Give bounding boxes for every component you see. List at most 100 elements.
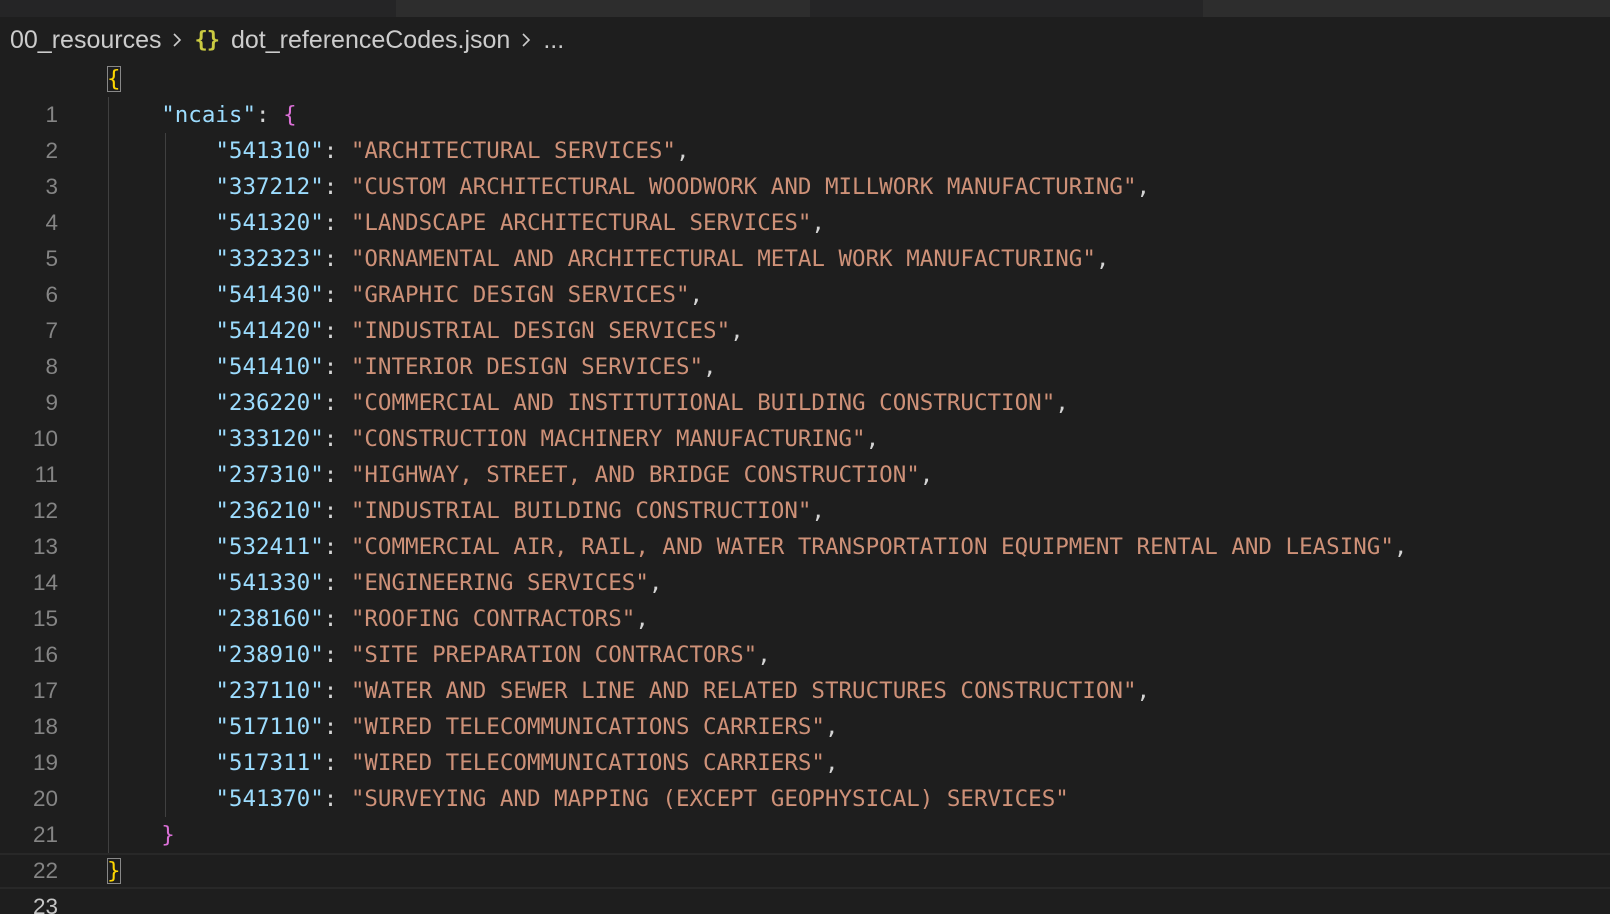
json-key: "238160" bbox=[215, 606, 324, 632]
code-line: 7 "541430": "GRAPHIC DESIGN SERVICES", bbox=[0, 277, 1610, 343]
json-key: "517311" bbox=[215, 750, 324, 776]
bracket-close: } bbox=[161, 822, 175, 848]
breadcrumb-file[interactable]: dot_referenceCodes.json bbox=[231, 26, 510, 55]
line-content: "541370": "SURVEYING AND MAPPING (EXCEPT… bbox=[215, 786, 1069, 812]
line-content: "541330": "ENGINEERING SERVICES", bbox=[215, 570, 663, 596]
code-line: 4 "337212": "CUSTOM ARCHITECTURAL WOODWO… bbox=[0, 169, 1610, 235]
line-content: "236220": "COMMERCIAL AND INSTITUTIONAL … bbox=[215, 390, 1069, 416]
line-content: "541420": "INDUSTRIAL DESIGN SERVICES", bbox=[215, 318, 744, 344]
line-content: "541430": "GRAPHIC DESIGN SERVICES", bbox=[215, 282, 704, 308]
json-key: "541320" bbox=[215, 210, 324, 236]
code-line: 15 "541330": "ENGINEERING SERVICES", bbox=[0, 565, 1610, 631]
code-line: 5 "541320": "LANDSCAPE ARCHITECTURAL SER… bbox=[0, 205, 1610, 271]
json-value: "ROOFING CONTRACTORS" bbox=[350, 606, 636, 632]
json-value: "INDUSTRIAL BUILDING CONSTRUCTION" bbox=[350, 498, 812, 524]
json-value: "SITE PREPARATION CONTRACTORS" bbox=[350, 642, 758, 668]
json-key: "541430" bbox=[215, 282, 324, 308]
line-content: "238160": "ROOFING CONTRACTORS", bbox=[215, 606, 649, 632]
json-braces-icon: {} bbox=[194, 27, 219, 53]
line-content: } bbox=[107, 817, 175, 853]
line-content: "541410": "INTERIOR DESIGN SERVICES", bbox=[215, 354, 717, 380]
line-content: { bbox=[107, 61, 121, 97]
code-line: 19 "517110": "WIRED TELECOMMUNICATIONS C… bbox=[0, 709, 1610, 775]
json-value: "ARCHITECTURAL SERVICES" bbox=[350, 138, 676, 164]
code-line: 2 "ncais": { bbox=[0, 97, 1610, 163]
code-line: 1 { bbox=[0, 61, 1610, 127]
line-content: "517110": "WIRED TELECOMMUNICATIONS CARR… bbox=[215, 714, 839, 740]
line-content: "541310": "ARCHITECTURAL SERVICES", bbox=[215, 138, 690, 164]
json-key: "541420" bbox=[215, 318, 324, 344]
json-key: "541310" bbox=[215, 138, 324, 164]
line-content: "532411": "COMMERCIAL AIR, RAIL, AND WAT… bbox=[215, 534, 1408, 560]
bracket-open: { bbox=[283, 102, 297, 128]
json-key: "332323" bbox=[215, 246, 324, 272]
breadcrumb-folder[interactable]: 00_resources bbox=[10, 26, 161, 55]
line-content: } bbox=[107, 853, 121, 889]
chevron-right-icon bbox=[518, 32, 534, 48]
code-line: 9 "541410": "INTERIOR DESIGN SERVICES", bbox=[0, 349, 1610, 415]
line-content: "337212": "CUSTOM ARCHITECTURAL WOODWORK… bbox=[215, 174, 1151, 200]
json-key: "237110" bbox=[215, 678, 324, 704]
tab-segment[interactable] bbox=[1203, 0, 1610, 17]
json-value: "HIGHWAY, STREET, AND BRIDGE CONSTRUCTIO… bbox=[350, 462, 920, 488]
json-key: "541370" bbox=[215, 786, 324, 812]
line-content: "237310": "HIGHWAY, STREET, AND BRIDGE C… bbox=[215, 462, 934, 488]
line-content: "517311": "WIRED TELECOMMUNICATIONS CARR… bbox=[215, 750, 839, 776]
code-line: 10 "236220": "COMMERCIAL AND INSTITUTION… bbox=[0, 385, 1610, 451]
code-line: 22 } bbox=[0, 817, 1610, 883]
breadcrumb: 00_resources {} dot_referenceCodes.json … bbox=[10, 22, 564, 58]
json-key: "238910" bbox=[215, 642, 324, 668]
json-key: "236220" bbox=[215, 390, 324, 416]
code-line: 11 "333120": "CONSTRUCTION MACHINERY MAN… bbox=[0, 421, 1610, 487]
json-value: "COMMERCIAL AND INSTITUTIONAL BUILDING C… bbox=[350, 390, 1056, 416]
json-key: "ncais" bbox=[161, 102, 257, 128]
breadcrumb-more[interactable]: ... bbox=[543, 26, 564, 55]
json-value: "INTERIOR DESIGN SERVICES" bbox=[350, 354, 704, 380]
json-value: "ORNAMENTAL AND ARCHITECTURAL METAL WORK… bbox=[350, 246, 1096, 272]
code-line: 12 "237310": "HIGHWAY, STREET, AND BRIDG… bbox=[0, 457, 1610, 523]
chevron-right-icon bbox=[169, 32, 185, 48]
json-value: "INDUSTRIAL DESIGN SERVICES" bbox=[350, 318, 731, 344]
tab-segment[interactable] bbox=[396, 0, 810, 17]
line-content: "333120": "CONSTRUCTION MACHINERY MANUFA… bbox=[215, 426, 880, 452]
line-content: "237110": "WATER AND SEWER LINE AND RELA… bbox=[215, 678, 1151, 704]
tab-strip bbox=[0, 0, 1610, 17]
line-content: "ncais": { bbox=[161, 102, 297, 128]
line-content: "332323": "ORNAMENTAL AND ARCHITECTURAL … bbox=[215, 246, 1110, 272]
json-value: "GRAPHIC DESIGN SERVICES" bbox=[350, 282, 690, 308]
code-line: 3 "541310": "ARCHITECTURAL SERVICES", bbox=[0, 133, 1610, 199]
json-key: "541330" bbox=[215, 570, 324, 596]
json-key: "541410" bbox=[215, 354, 324, 380]
line-number: 23 bbox=[32, 894, 58, 914]
json-value: "LANDSCAPE ARCHITECTURAL SERVICES" bbox=[350, 210, 812, 236]
line-content: "238910": "SITE PREPARATION CONTRACTORS"… bbox=[215, 642, 771, 668]
json-key: "333120" bbox=[215, 426, 324, 452]
code-line: 18 "237110": "WATER AND SEWER LINE AND R… bbox=[0, 673, 1610, 739]
line-content: "541320": "LANDSCAPE ARCHITECTURAL SERVI… bbox=[215, 210, 825, 236]
json-value: "SURVEYING AND MAPPING (EXCEPT GEOPHYSIC… bbox=[350, 786, 1069, 812]
code-line: 21 "541370": "SURVEYING AND MAPPING (EXC… bbox=[0, 781, 1610, 847]
json-key: "337212" bbox=[215, 174, 324, 200]
code-line: 13 "236210": "INDUSTRIAL BUILDING CONSTR… bbox=[0, 493, 1610, 559]
json-value: "WIRED TELECOMMUNICATIONS CARRIERS" bbox=[350, 714, 825, 740]
json-value: "COMMERCIAL AIR, RAIL, AND WATER TRANSPO… bbox=[350, 534, 1394, 560]
json-key: "532411" bbox=[215, 534, 324, 560]
code-line: 14 "532411": "COMMERCIAL AIR, RAIL, AND … bbox=[0, 529, 1610, 595]
json-key: "517110" bbox=[215, 714, 324, 740]
json-value: "CUSTOM ARCHITECTURAL WOODWORK AND MILLW… bbox=[350, 174, 1137, 200]
code-editor[interactable]: 00_resources {} dot_referenceCodes.json … bbox=[0, 0, 1610, 914]
line-content: "236210": "INDUSTRIAL BUILDING CONSTRUCT… bbox=[215, 498, 825, 524]
code-line: 6 "332323": "ORNAMENTAL AND ARCHITECTURA… bbox=[0, 241, 1610, 307]
code-area[interactable]: 1 { 2 "ncais": { 3 "541310": "ARCHITECTU… bbox=[0, 61, 1610, 914]
code-line: 8 "541420": "INDUSTRIAL DESIGN SERVICES"… bbox=[0, 313, 1610, 379]
code-line-current: 23 } bbox=[0, 853, 1610, 914]
json-value: "ENGINEERING SERVICES" bbox=[350, 570, 649, 596]
json-value: "WIRED TELECOMMUNICATIONS CARRIERS" bbox=[350, 750, 825, 776]
json-key: "237310" bbox=[215, 462, 324, 488]
code-line: 16 "238160": "ROOFING CONTRACTORS", bbox=[0, 601, 1610, 667]
code-line: 17 "238910": "SITE PREPARATION CONTRACTO… bbox=[0, 637, 1610, 703]
json-value: "CONSTRUCTION MACHINERY MANUFACTURING" bbox=[350, 426, 866, 452]
bracket-close: } bbox=[107, 858, 121, 884]
code-line: 20 "517311": "WIRED TELECOMMUNICATIONS C… bbox=[0, 745, 1610, 811]
json-value: "WATER AND SEWER LINE AND RELATED STRUCT… bbox=[350, 678, 1137, 704]
